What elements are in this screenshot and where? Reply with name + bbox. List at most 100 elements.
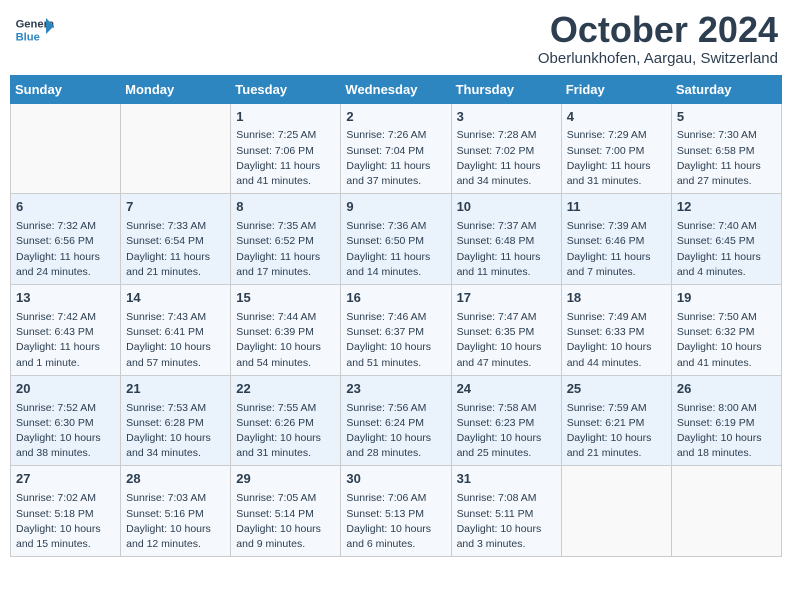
logo-icon: General Blue <box>14 10 54 50</box>
cell-info-line: Sunset: 6:43 PM <box>16 325 115 340</box>
day-number: 17 <box>457 289 556 308</box>
cell-info-line: Sunrise: 7:33 AM <box>126 219 225 234</box>
calendar-cell: 3Sunrise: 7:28 AMSunset: 7:02 PMDaylight… <box>451 103 561 194</box>
day-number: 11 <box>567 198 666 217</box>
cell-info-line: Sunrise: 7:40 AM <box>677 219 776 234</box>
cell-info-line: Daylight: 10 hours and 9 minutes. <box>236 522 335 552</box>
calendar-cell: 23Sunrise: 7:56 AMSunset: 6:24 PMDayligh… <box>341 375 451 466</box>
cell-info-line: Sunrise: 7:37 AM <box>457 219 556 234</box>
cell-info-line: Sunrise: 7:43 AM <box>126 310 225 325</box>
cell-info-line: Sunset: 6:39 PM <box>236 325 335 340</box>
cell-info-line: Daylight: 10 hours and 18 minutes. <box>677 431 776 461</box>
cell-info-line: Sunset: 7:00 PM <box>567 144 666 159</box>
day-number: 4 <box>567 108 666 127</box>
calendar-cell: 29Sunrise: 7:05 AMSunset: 5:14 PMDayligh… <box>231 466 341 557</box>
calendar-cell <box>121 103 231 194</box>
calendar-cell: 20Sunrise: 7:52 AMSunset: 6:30 PMDayligh… <box>11 375 121 466</box>
weekday-header-cell: Thursday <box>451 75 561 103</box>
cell-info-line: Sunset: 5:14 PM <box>236 507 335 522</box>
cell-info-line: Sunrise: 8:00 AM <box>677 401 776 416</box>
cell-info-line: Sunset: 6:30 PM <box>16 416 115 431</box>
cell-info-line: Sunset: 7:04 PM <box>346 144 445 159</box>
weekday-header-cell: Tuesday <box>231 75 341 103</box>
cell-info-line: Sunrise: 7:30 AM <box>677 128 776 143</box>
cell-info-line: Sunrise: 7:52 AM <box>16 401 115 416</box>
cell-info-line: Daylight: 10 hours and 12 minutes. <box>126 522 225 552</box>
cell-info-line: Sunrise: 7:29 AM <box>567 128 666 143</box>
day-number: 10 <box>457 198 556 217</box>
cell-info-line: Daylight: 10 hours and 54 minutes. <box>236 340 335 370</box>
cell-info-line: Sunrise: 7:49 AM <box>567 310 666 325</box>
cell-info-line: Sunset: 6:54 PM <box>126 234 225 249</box>
calendar-cell: 4Sunrise: 7:29 AMSunset: 7:00 PMDaylight… <box>561 103 671 194</box>
month-title: October 2024 <box>538 10 778 50</box>
day-number: 30 <box>346 470 445 489</box>
calendar-cell: 8Sunrise: 7:35 AMSunset: 6:52 PMDaylight… <box>231 194 341 285</box>
calendar-cell: 21Sunrise: 7:53 AMSunset: 6:28 PMDayligh… <box>121 375 231 466</box>
calendar-cell: 17Sunrise: 7:47 AMSunset: 6:35 PMDayligh… <box>451 285 561 376</box>
cell-info-line: Sunset: 6:28 PM <box>126 416 225 431</box>
cell-info-line: Sunset: 6:19 PM <box>677 416 776 431</box>
calendar-cell: 14Sunrise: 7:43 AMSunset: 6:41 PMDayligh… <box>121 285 231 376</box>
svg-text:Blue: Blue <box>16 31 40 43</box>
day-number: 1 <box>236 108 335 127</box>
cell-info-line: Sunset: 6:58 PM <box>677 144 776 159</box>
day-number: 19 <box>677 289 776 308</box>
calendar-cell: 6Sunrise: 7:32 AMSunset: 6:56 PMDaylight… <box>11 194 121 285</box>
page-header: General Blue October 2024 Oberlunkhofen,… <box>10 10 782 67</box>
cell-info-line: Daylight: 11 hours and 17 minutes. <box>236 250 335 280</box>
cell-info-line: Sunset: 6:33 PM <box>567 325 666 340</box>
weekday-header-cell: Wednesday <box>341 75 451 103</box>
cell-info-line: Sunrise: 7:26 AM <box>346 128 445 143</box>
cell-info-line: Sunset: 6:26 PM <box>236 416 335 431</box>
calendar-body: 1Sunrise: 7:25 AMSunset: 7:06 PM Daylight… <box>11 103 782 557</box>
calendar-cell: 31Sunrise: 7:08 AMSunset: 5:11 PMDayligh… <box>451 466 561 557</box>
day-number: 20 <box>16 380 115 399</box>
calendar-week-row: 6Sunrise: 7:32 AMSunset: 6:56 PMDaylight… <box>11 194 782 285</box>
cell-info-line: Daylight: 10 hours and 47 minutes. <box>457 340 556 370</box>
logo: General Blue <box>14 10 58 50</box>
cell-info-line: Sunrise: 7:46 AM <box>346 310 445 325</box>
cell-info-line: Daylight: 10 hours and 41 minutes. <box>677 340 776 370</box>
cell-info-line: Daylight: 10 hours and 25 minutes. <box>457 431 556 461</box>
cell-info-line: Sunset: 5:18 PM <box>16 507 115 522</box>
cell-info-line: Sunrise: 7:36 AM <box>346 219 445 234</box>
cell-info-line: Sunset: 6:24 PM <box>346 416 445 431</box>
cell-info-line: Sunrise: 7:58 AM <box>457 401 556 416</box>
calendar-cell: 25Sunrise: 7:59 AMSunset: 6:21 PMDayligh… <box>561 375 671 466</box>
cell-info-line: Daylight: 10 hours and 28 minutes. <box>346 431 445 461</box>
cell-info-line: Daylight: 11 hours and 7 minutes. <box>567 250 666 280</box>
cell-info-line: Sunset: 6:41 PM <box>126 325 225 340</box>
day-number: 14 <box>126 289 225 308</box>
calendar-cell: 13Sunrise: 7:42 AMSunset: 6:43 PMDayligh… <box>11 285 121 376</box>
title-block: October 2024 Oberlunkhofen, Aargau, Swit… <box>538 10 778 67</box>
calendar-cell: 15Sunrise: 7:44 AMSunset: 6:39 PMDayligh… <box>231 285 341 376</box>
cell-info-line: Daylight: 11 hours and 14 minutes. <box>346 250 445 280</box>
location-title: Oberlunkhofen, Aargau, Switzerland <box>538 50 778 67</box>
cell-info-line: Sunrise: 7:47 AM <box>457 310 556 325</box>
cell-info-line: Daylight: 10 hours and 15 minutes. <box>16 522 115 552</box>
cell-info-line: Daylight: 11 hours and 34 minutes. <box>457 159 556 189</box>
cell-info-line: Daylight: 11 hours and 27 minutes. <box>677 159 776 189</box>
day-number: 6 <box>16 198 115 217</box>
cell-info-line: Daylight: 10 hours and 44 minutes. <box>567 340 666 370</box>
cell-info-line: Sunrise: 7:53 AM <box>126 401 225 416</box>
cell-info-line: Sunset: 6:32 PM <box>677 325 776 340</box>
cell-info-line: Sunrise: 7:39 AM <box>567 219 666 234</box>
calendar-cell: 18Sunrise: 7:49 AMSunset: 6:33 PMDayligh… <box>561 285 671 376</box>
cell-info-line: Daylight: 11 hours and 37 minutes. <box>346 159 445 189</box>
cell-info-line: Sunset: 6:21 PM <box>567 416 666 431</box>
cell-info-line: Sunrise: 7:25 AM <box>236 128 335 143</box>
day-number: 28 <box>126 470 225 489</box>
cell-info-line: Sunrise: 7:56 AM <box>346 401 445 416</box>
calendar-cell <box>671 466 781 557</box>
day-number: 9 <box>346 198 445 217</box>
calendar-cell: 12Sunrise: 7:40 AMSunset: 6:45 PMDayligh… <box>671 194 781 285</box>
cell-info-line: Daylight: 10 hours and 6 minutes. <box>346 522 445 552</box>
cell-info-line: Sunset: 7:06 PM <box>236 144 335 159</box>
calendar-cell: 22Sunrise: 7:55 AMSunset: 6:26 PMDayligh… <box>231 375 341 466</box>
cell-info-line: Sunset: 5:16 PM <box>126 507 225 522</box>
cell-info-line: Daylight: 11 hours and 31 minutes. <box>567 159 666 189</box>
calendar-cell: 5Sunrise: 7:30 AMSunset: 6:58 PMDaylight… <box>671 103 781 194</box>
cell-info-line: Sunrise: 7:44 AM <box>236 310 335 325</box>
